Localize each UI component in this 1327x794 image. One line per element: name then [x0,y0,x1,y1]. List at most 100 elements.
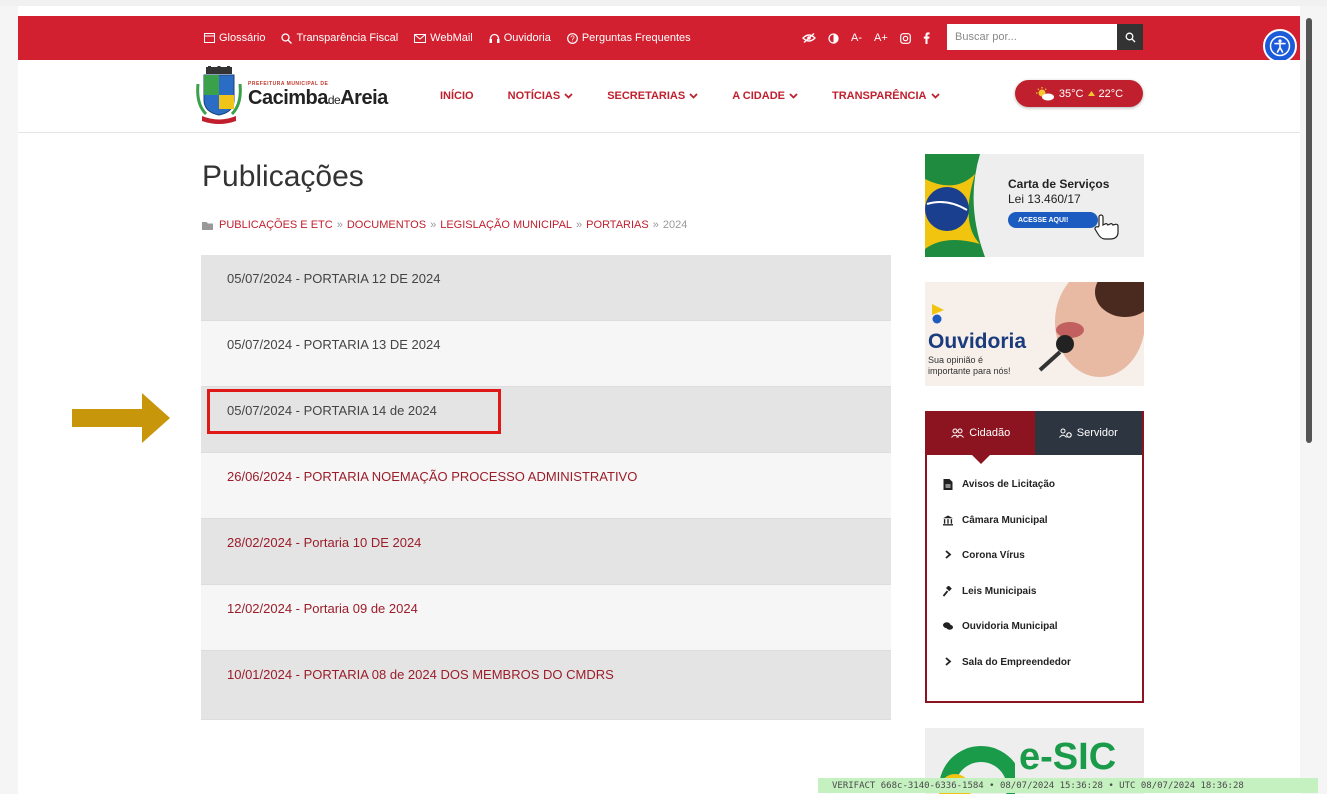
ouvidoria-link[interactable]: Ouvidoria [489,32,551,44]
book-icon [204,33,215,43]
weather-widget: 35°C 22°C [1015,80,1143,107]
service-corona-virus[interactable]: Corona Vírus [943,550,1142,586]
page-title: Publicações [202,160,364,193]
logo-text: PREFEITURA MUNICIPAL DE CacimbadeAreia [248,81,388,110]
list-item[interactable]: 10/01/2024 - PORTARIA 08 de 2024 DOS MEM… [201,651,891,720]
transparency-link[interactable]: Transparência Fiscal [281,32,398,44]
glossary-link-label: Glossário [219,32,266,44]
eye-slash-icon[interactable] [802,33,816,43]
tab-servidor[interactable]: Servidor [1034,411,1142,455]
page-scrollbar[interactable] [1306,18,1312,443]
faq-link-label: Perguntas Frequentes [581,32,691,44]
publication-link[interactable]: 12/02/2024 - Portaria 09 de 2024 [227,601,418,616]
tab-cidadao-label: Cidadão [969,427,1011,439]
carta-subtitle: Lei 13.460/17 [1008,192,1081,206]
search-button[interactable] [1117,24,1143,50]
list-item[interactable]: 28/02/2024 - Portaria 10 DE 2024 [201,519,891,585]
publication-link[interactable]: 05/07/2024 - PORTARIA 13 DE 2024 [227,337,440,352]
chevron-down-icon [930,93,940,99]
logo-name-de: de [327,92,341,107]
service-label: Ouvidoria Municipal [962,621,1058,632]
nav-noticias[interactable]: NOTÍCIAS [508,90,574,102]
nav-a-cidade[interactable]: A CIDADE [732,90,798,102]
logo-name-part-b: Areia [340,86,388,109]
carta-access-label: ACESSE AQUI! [1018,216,1069,224]
service-label: Câmara Municipal [962,514,1048,526]
site-header: PREFEITURA MUNICIPAL DE CacimbadeAreia I… [18,60,1300,133]
breadcrumb-separator: » [336,219,343,231]
person-with-microphone-graphic [1038,282,1144,377]
breadcrumb-separator: » [652,219,659,231]
carta-title: Carta de Serviços [1008,177,1110,191]
accessibility-icon [1269,35,1291,57]
service-camara-municipal[interactable]: Câmara Municipal [943,515,1142,551]
window-right-gutter [1300,6,1327,794]
gov-arrow-icon [932,304,944,324]
ouvidoria-banner-line1: Sua opinião é [928,355,984,365]
facebook-icon[interactable] [923,32,930,44]
list-item[interactable]: 05/07/2024 - PORTARIA 13 DE 2024 [201,321,891,387]
window-left-gutter [0,6,18,794]
carta-access-button[interactable]: ACESSE AQUI! [1008,212,1098,228]
contrast-icon[interactable] [828,32,839,44]
decrease-font-button[interactable]: A- [851,32,862,44]
ouvidoria-banner[interactable]: Ouvidoria Sua opinião é importante para … [925,282,1144,386]
breadcrumb-separator: » [430,219,437,231]
folder-icon [202,221,213,230]
nav-inicio-label: INÍCIO [440,90,474,102]
service-label: Sala do Empreendedor [962,656,1071,668]
increase-font-button[interactable]: A+ [874,32,888,44]
search-icon [1125,32,1135,42]
instagram-icon[interactable] [899,32,911,44]
faq-link[interactable]: ? Perguntas Frequentes [566,32,691,44]
service-avisos-licitacao[interactable]: Avisos de Licitação [943,479,1142,515]
publication-link[interactable]: 05/07/2024 - PORTARIA 12 DE 2024 [227,271,440,286]
nav-noticias-label: NOTÍCIAS [507,90,561,102]
city-crest-icon [196,66,242,124]
chevron-down-icon [789,93,798,99]
weather-min: 22°C [1098,87,1124,100]
service-ouvidoria-municipal[interactable]: Ouvidoria Municipal [943,621,1142,657]
accessibility-tools: A- A+ [802,16,930,60]
chevron-right-icon [945,550,952,559]
breadcrumb-legislacao[interactable]: LEGISLAÇÃO MUNICIPAL [440,219,572,231]
webmail-link[interactable]: WebMail [414,32,473,44]
logo-name-part-a: Cacimba [248,86,328,109]
breadcrumb-portarias[interactable]: PORTARIAS [586,219,649,231]
annotation-highlight-box [207,389,501,434]
publication-link[interactable]: 10/01/2024 - PORTARIA 08 de 2024 DOS MEM… [227,667,614,682]
publication-link[interactable]: 28/02/2024 - Portaria 10 DE 2024 [227,535,421,550]
caret-up-icon [1087,91,1095,96]
service-leis-municipais[interactable]: Leis Municipais [943,585,1142,622]
ouvidoria-link-label: Ouvidoria [503,32,551,44]
top-links: Glossário Transparência Fiscal WebMail O… [204,16,691,60]
brazil-flag-graphic [925,154,985,257]
breadcrumb-publicacoes[interactable]: PUBLICAÇÕES E ETC [219,219,333,231]
ouvidoria-banner-title: Ouvidoria [928,330,1027,353]
publication-link[interactable]: 26/06/2024 - PORTARIA NOEMAÇÃO PROCESSO … [227,469,637,484]
accessibility-button[interactable] [1263,29,1297,63]
carta-servicos-banner[interactable]: Carta de Serviços Lei 13.460/17 ACESSE A… [925,154,1144,257]
tab-cidadao[interactable]: Cidadão [927,411,1035,455]
nav-secretarias[interactable]: SECRETARIAS [607,90,698,102]
verifact-watermark: VERIFACT 668c-3140-6336-1584 • 08/07/202… [818,778,1318,793]
nav-transparencia[interactable]: TRANSPARÊNCIA [832,90,940,102]
list-item[interactable]: 26/06/2024 - PORTARIA NOEMAÇÃO PROCESSO … [201,453,891,519]
services-widget: Cidadão Servidor Avisos de Licitação Câm… [925,411,1144,703]
annotation-arrow-icon [72,393,170,443]
headset-icon [489,33,500,43]
service-sala-empreendedor[interactable]: Sala do Empreendedor [943,657,1142,693]
chevron-down-icon [564,93,573,99]
users-cog-icon [1058,428,1072,438]
glossary-link[interactable]: Glossário [204,32,265,44]
nav-inicio[interactable]: INÍCIO [440,90,474,102]
list-item[interactable]: 05/07/2024 - PORTARIA 12 DE 2024 [201,255,891,321]
site-logo[interactable]: PREFEITURA MUNICIPAL DE CacimbadeAreia [196,64,416,126]
breadcrumb-documentos[interactable]: DOCUMENTOS [347,219,426,231]
search-input[interactable]: Buscar por... [947,24,1117,50]
webmail-link-label: WebMail [430,32,473,44]
question-icon: ? [566,32,578,44]
file-icon [943,479,953,490]
list-item[interactable]: 12/02/2024 - Portaria 09 de 2024 [201,585,891,651]
nav-a-cidade-label: A CIDADE [732,90,785,102]
